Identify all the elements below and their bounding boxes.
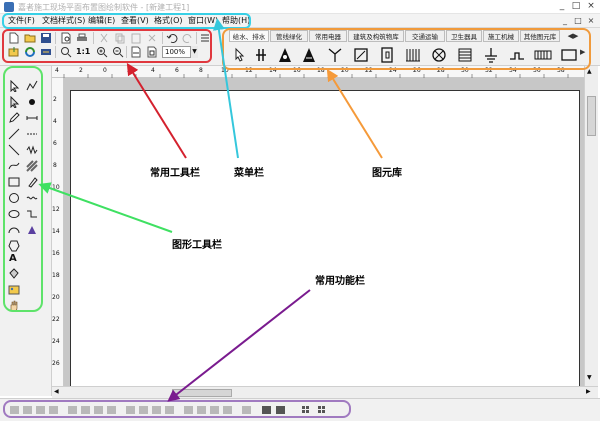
callout-shapes: 图形工具栏 [172, 240, 222, 251]
callout-functions: 常用功能栏 [315, 276, 365, 287]
callout-library: 图元库 [372, 168, 402, 179]
callout-menubar: 菜单栏 [234, 168, 264, 179]
library-arrow [326, 68, 383, 159]
menubar-arrow [212, 18, 239, 159]
functions-arrow [167, 289, 311, 402]
callout-arrows [38, 18, 383, 402]
callout-toolbar: 常用工具栏 [150, 168, 200, 179]
shapes-arrow [38, 182, 173, 233]
toolbar-arrow [126, 62, 187, 159]
